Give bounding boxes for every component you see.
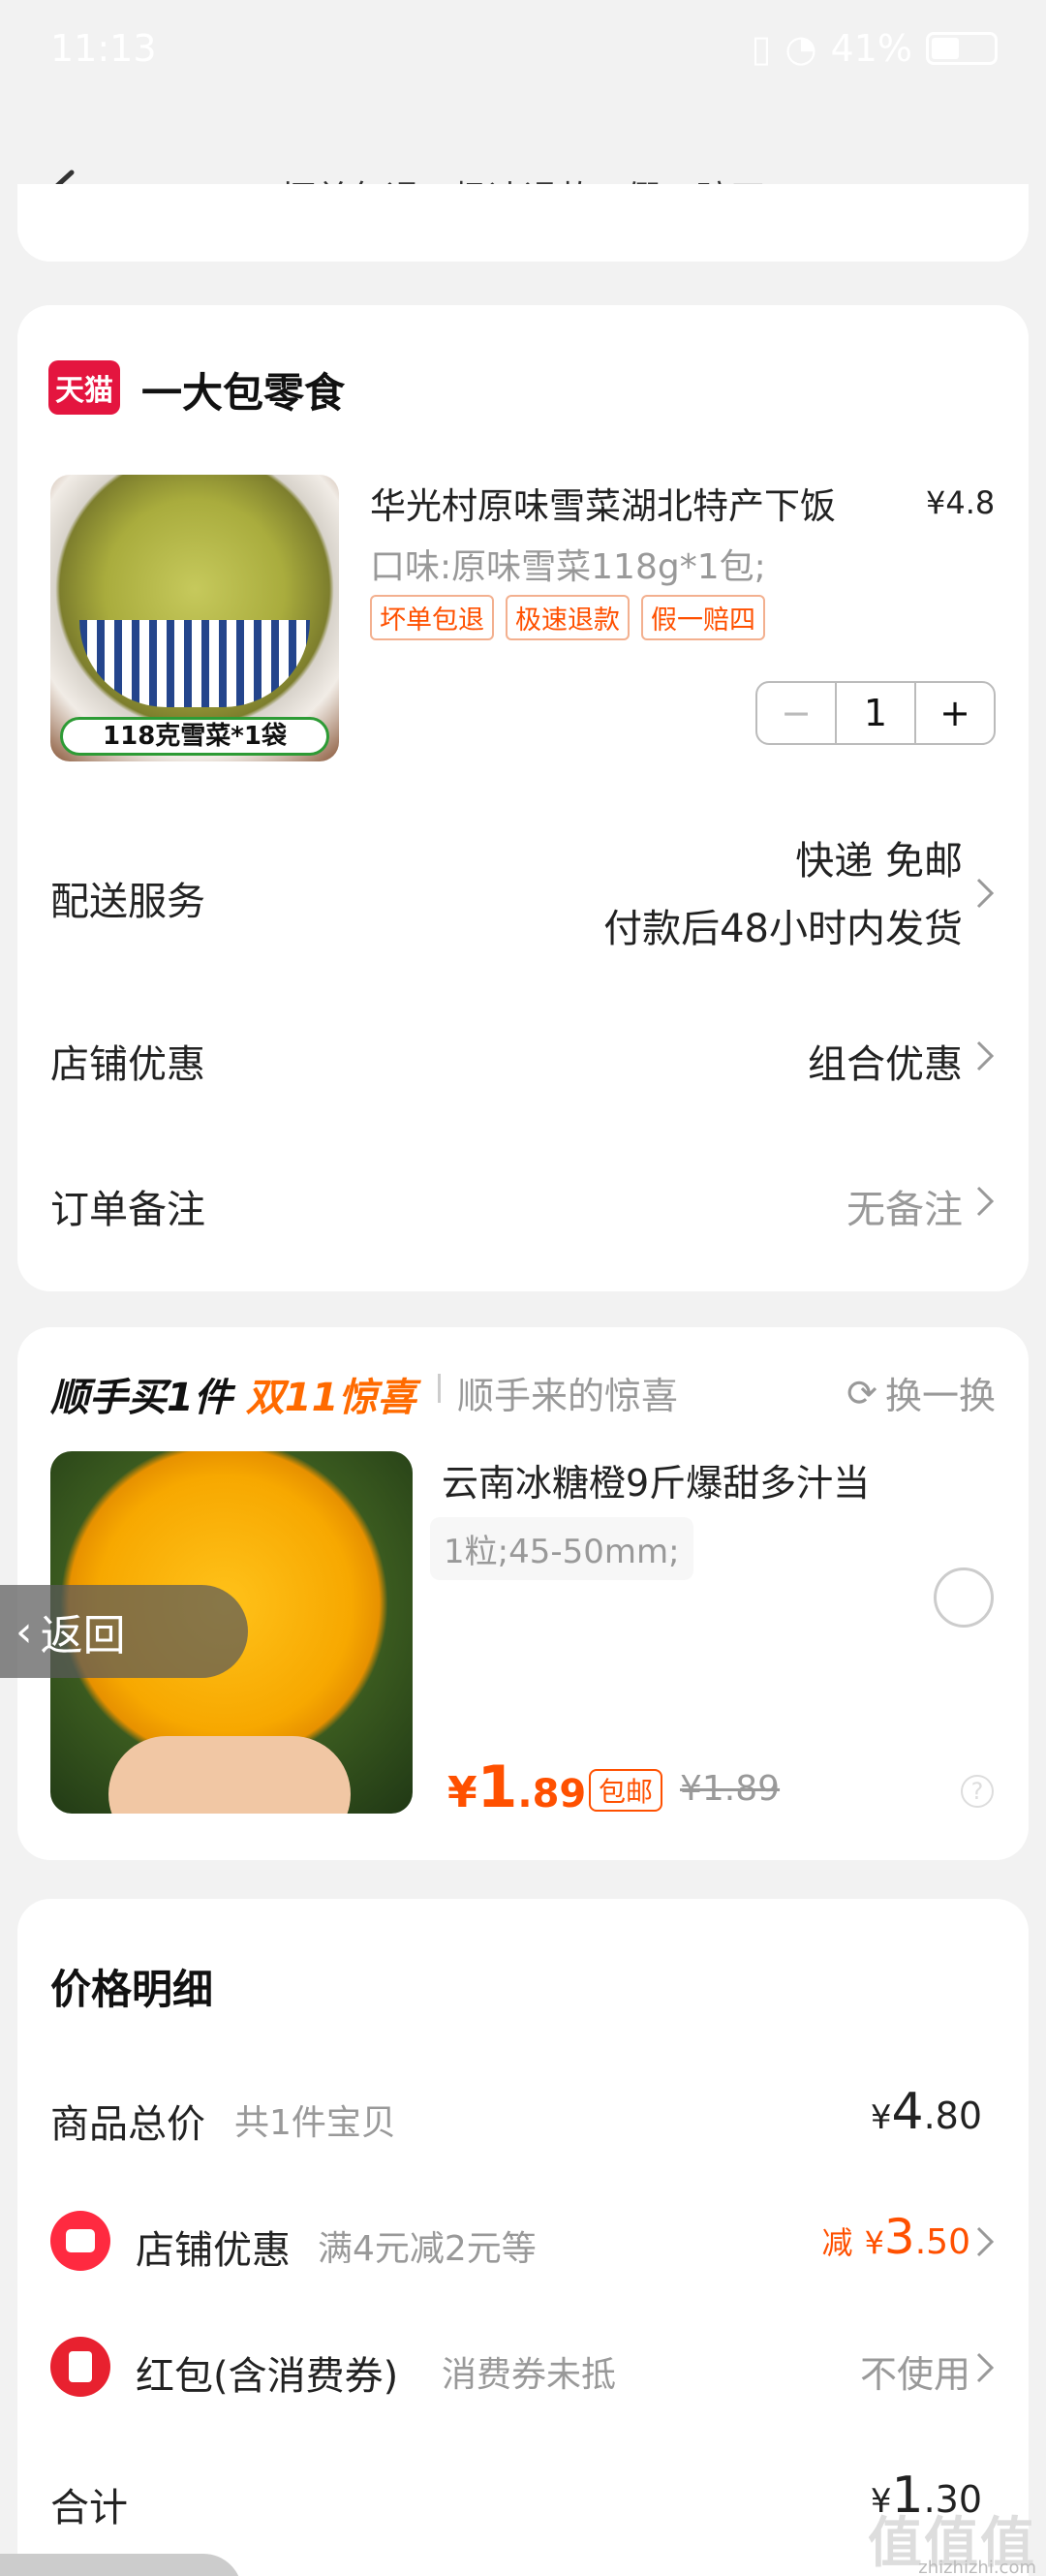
price-detail-title: 价格明细 — [50, 1966, 214, 2013]
sim-icon: ▯ — [751, 27, 772, 70]
shop-disc-value[interactable]: 减 ¥3.50 — [821, 2209, 970, 2265]
shop-name[interactable]: 一大包零食 — [141, 360, 345, 419]
refresh-icon: ⟳ — [846, 1371, 877, 1414]
swap-label: 换一换 — [884, 1375, 996, 1417]
delivery-line1[interactable]: 快递 免邮 — [795, 829, 963, 885]
badge-fake-compensate: 假一赔四 — [641, 595, 765, 640]
red-packet-icon — [50, 2337, 110, 2397]
product-image[interactable]: 118克雪菜*1袋 — [50, 475, 339, 761]
decrease-button[interactable]: − — [757, 683, 837, 743]
floating-back-button[interactable]: ‹ 返回 — [0, 1585, 248, 1678]
goods-total-sub: 共1件宝贝 — [234, 2103, 396, 2143]
redpack-value[interactable]: 不使用 — [860, 2344, 970, 2398]
help-icon[interactable]: ? — [961, 1775, 994, 1808]
address-card-edge — [17, 184, 1029, 262]
delivery-label: 配送服务 — [50, 880, 205, 924]
product-spec[interactable]: 口味:原味雪菜118g*1包; — [370, 539, 766, 589]
chevron-left-icon: ‹ — [15, 1606, 33, 1657]
shop-discount-label: 店铺优惠 — [50, 1042, 205, 1087]
shop-coupon-icon — [50, 2211, 110, 2271]
increase-button[interactable]: + — [914, 683, 994, 743]
shop-discount-value[interactable]: 组合优惠 — [808, 1033, 963, 1089]
wifi-icon: ◔ — [784, 27, 817, 70]
back-label: 返回 — [40, 1611, 126, 1660]
order-card — [17, 305, 1029, 1291]
product-price: ¥4.8 — [926, 484, 996, 521]
delivery-line2[interactable]: 付款后48小时内发货 — [603, 897, 963, 953]
addon-select-radio[interactable] — [934, 1567, 994, 1628]
redpack-chevron-icon[interactable] — [972, 2348, 998, 2387]
status-time: 11:13 — [50, 27, 157, 70]
tmall-logo: 天猫 — [48, 360, 120, 415]
addon-desc: 顺手来的惊喜 — [457, 1375, 679, 1417]
status-right: ▯ ◔ 41% — [751, 27, 998, 70]
swap-button[interactable]: ⟳ 换一换 — [846, 1366, 996, 1419]
order-note-chevron-icon[interactable] — [972, 1182, 998, 1221]
addon-divider — [438, 1374, 441, 1403]
total-label: 合计 — [50, 2486, 128, 2530]
order-note-value[interactable]: 无备注 — [846, 1178, 963, 1234]
goods-total-value: ¥4.80 — [870, 2083, 982, 2141]
quantity-stepper: − 1 + — [755, 681, 996, 745]
badge-fast-refund: 极速退款 — [506, 595, 630, 640]
shop-discount-chevron-icon[interactable] — [972, 1037, 998, 1075]
addon-product-spec[interactable]: 1粒;45-50mm; — [430, 1517, 693, 1580]
shop-disc-sub: 满4元减2元等 — [318, 2229, 537, 2269]
battery-icon — [926, 32, 998, 65]
watermark-url: zhizhizhi.com — [918, 2558, 1036, 2576]
free-shipping-badge: 包邮 — [589, 1769, 663, 1812]
addon-original-price: ¥1.89 — [680, 1769, 781, 1809]
quantity-value[interactable]: 1 — [837, 683, 914, 743]
battery-text: 41% — [830, 27, 912, 70]
order-note-label: 订单备注 — [50, 1188, 205, 1232]
delivery-chevron-icon[interactable] — [972, 874, 998, 913]
shop-disc-label: 店铺优惠 — [136, 2228, 291, 2273]
product-title[interactable]: 华光村原味雪菜湖北特产下饭 — [370, 477, 836, 529]
badge-bad-return: 坏单包退 — [370, 595, 494, 640]
goods-total-label: 商品总价 — [50, 2102, 205, 2147]
redpack-label: 红包(含消费券) — [136, 2354, 399, 2399]
bottom-bar-edge — [0, 2554, 242, 2576]
redpack-sub: 消费券未抵 — [442, 2355, 617, 2395]
addon-product-title[interactable]: 云南冰糖橙9斤爆甜多汁当 — [442, 1453, 870, 1506]
status-bar: 11:13 ▯ ◔ 41% — [0, 0, 1046, 97]
addon-title: 顺手买1件 双11惊喜 — [50, 1376, 416, 1420]
service-badges: 坏单包退 极速退款 假一赔四 — [370, 595, 765, 640]
shop-disc-chevron-icon[interactable] — [972, 2222, 998, 2261]
addon-price: ¥1.89 — [447, 1754, 587, 1821]
product-image-tag: 118克雪菜*1袋 — [60, 717, 329, 756]
